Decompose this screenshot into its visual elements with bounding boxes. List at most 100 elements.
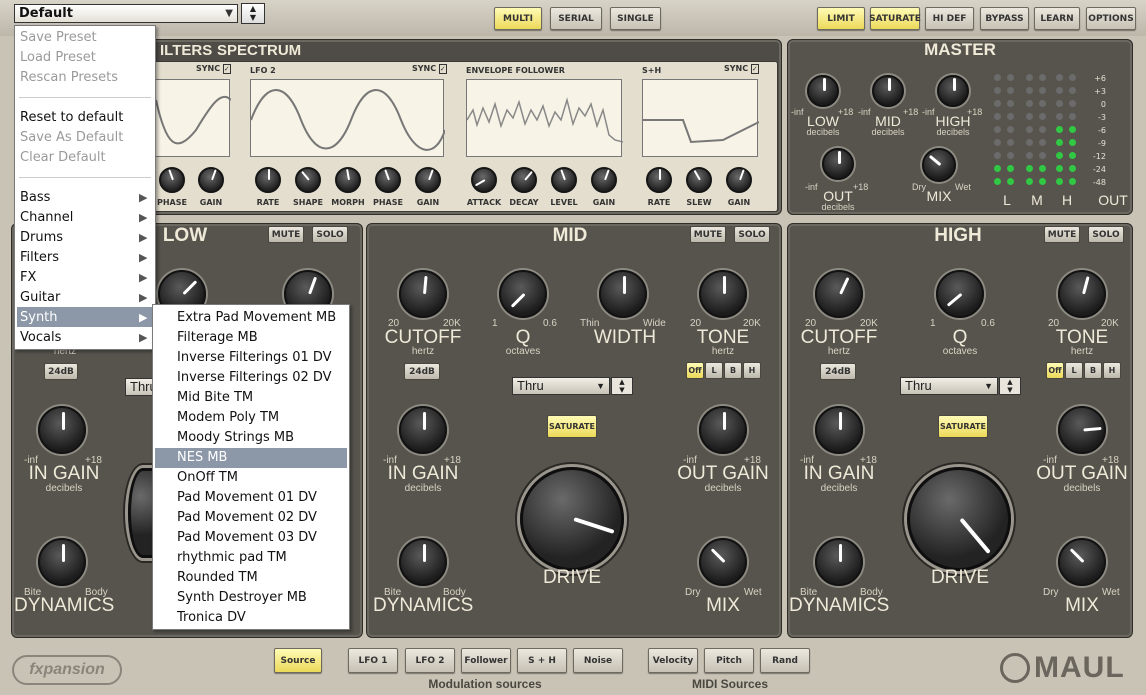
single-button[interactable]: SINGLE — [610, 7, 661, 30]
arrow-down-icon[interactable]: ▼ — [612, 386, 632, 394]
high-filter-stepper[interactable]: ▲ ▼ — [999, 377, 1021, 395]
high-tone-off[interactable]: Off — [1046, 362, 1064, 379]
menu-fx[interactable]: FX — [20, 268, 36, 288]
mid-saturate-button[interactable]: SATURATE — [547, 415, 597, 438]
low-in-gain-knob[interactable] — [38, 406, 86, 454]
menu-clear-default[interactable]: Clear Default — [20, 148, 106, 168]
master-mid-knob[interactable] — [872, 75, 904, 107]
sh-sync[interactable]: SYNC ✓ — [724, 64, 759, 74]
sh-slew-knob[interactable] — [686, 167, 712, 193]
menu-rescan-presets[interactable]: Rescan Presets — [20, 68, 118, 88]
high-mute-button[interactable]: MUTE — [1044, 226, 1080, 243]
high-in-gain-knob[interactable] — [815, 406, 863, 454]
high-24db-button[interactable]: 24dB — [820, 363, 856, 380]
arrow-down-icon[interactable]: ▼ — [242, 13, 264, 22]
serial-button[interactable]: SERIAL — [550, 7, 602, 30]
submenu-item[interactable]: Moody Strings MB — [177, 428, 294, 448]
submenu-item[interactable]: Pad Movement 01 DV — [177, 488, 317, 508]
lfo2-morph-knob[interactable] — [335, 167, 361, 193]
mid-tone-l[interactable]: L — [705, 362, 723, 379]
mid-mute-button[interactable]: MUTE — [690, 226, 726, 243]
menu-drums[interactable]: Drums — [20, 228, 63, 248]
multi-button[interactable]: MULTI — [494, 7, 542, 30]
high-filter-select[interactable]: Thru ▼ — [900, 377, 998, 395]
mid-out-gain-knob[interactable] — [699, 406, 747, 454]
source-button[interactable]: Source — [274, 648, 322, 673]
sh-gain-knob[interactable] — [726, 167, 752, 193]
master-mix-knob[interactable] — [922, 148, 956, 182]
mid-tone-h[interactable]: H — [743, 362, 761, 379]
mid-24db-button[interactable]: 24dB — [404, 363, 440, 380]
lfo1-gain-knob[interactable] — [198, 167, 224, 193]
low-dynamics-knob[interactable] — [38, 538, 86, 586]
menu-guitar[interactable]: Guitar — [20, 288, 60, 308]
low-mute-button[interactable]: MUTE — [268, 226, 304, 243]
mid-mix-knob[interactable] — [699, 538, 747, 586]
submenu-item-selected[interactable]: NES MB — [177, 448, 227, 468]
learn-button[interactable]: LEARN — [1034, 7, 1080, 30]
submenu-item[interactable]: Extra Pad Movement MB — [177, 308, 336, 328]
mid-q-knob[interactable] — [499, 270, 547, 318]
high-solo-button[interactable]: SOLO — [1088, 226, 1124, 243]
arrow-down-icon[interactable]: ▼ — [1000, 386, 1020, 394]
saturate-button[interactable]: SATURATE — [869, 7, 921, 30]
high-tone-b[interactable]: B — [1084, 362, 1102, 379]
submenu-item[interactable]: rhythmic pad TM — [177, 548, 287, 568]
lfo1-source-button[interactable]: LFO 1 — [348, 648, 398, 673]
submenu-item[interactable]: Filterage MB — [177, 328, 258, 348]
menu-load-preset[interactable]: Load Preset — [20, 48, 96, 68]
rand-source-button[interactable]: Rand — [760, 648, 810, 673]
submenu-item[interactable]: Modem Poly TM — [177, 408, 279, 428]
lfo2-shape-knob[interactable] — [295, 167, 321, 193]
submenu-item[interactable]: Inverse Filterings 01 DV — [177, 348, 332, 368]
menu-filters[interactable]: Filters — [20, 248, 59, 268]
lfo2-phase-knob[interactable] — [375, 167, 401, 193]
submenu-item[interactable]: OnOff TM — [177, 468, 238, 488]
submenu-item[interactable]: Synth Destroyer MB — [177, 588, 307, 608]
pitch-source-button[interactable]: Pitch — [704, 648, 754, 673]
preset-stepper[interactable]: ▲ ▼ — [241, 3, 265, 24]
high-drive-knob[interactable] — [907, 467, 1011, 571]
submenu-item[interactable]: Rounded TM — [177, 568, 258, 588]
menu-reset-default[interactable]: Reset to default — [20, 108, 123, 128]
mid-width-knob[interactable] — [599, 270, 647, 318]
lfo2-gain-knob[interactable] — [415, 167, 441, 193]
master-high-knob[interactable] — [937, 75, 969, 107]
options-button[interactable]: OPTIONS — [1086, 7, 1136, 30]
lfo2-source-button[interactable]: LFO 2 — [405, 648, 455, 673]
mid-cutoff-knob[interactable] — [399, 270, 447, 318]
submenu-item[interactable]: Pad Movement 02 DV — [177, 508, 317, 528]
menu-vocals[interactable]: Vocals — [20, 328, 61, 348]
master-low-knob[interactable] — [807, 75, 839, 107]
master-out-knob[interactable] — [822, 148, 854, 180]
high-tone-h[interactable]: H — [1103, 362, 1121, 379]
menu-channel[interactable]: Channel — [20, 208, 73, 228]
limit-button[interactable]: LIMIT — [817, 7, 865, 30]
high-q-knob[interactable] — [936, 270, 984, 318]
velocity-source-button[interactable]: Velocity — [648, 648, 698, 673]
env-level-knob[interactable] — [551, 167, 577, 193]
submenu-item[interactable]: Mid Bite TM — [177, 388, 253, 408]
sh-rate-knob[interactable] — [646, 167, 672, 193]
submenu-item[interactable]: Inverse Filterings 02 DV — [177, 368, 332, 388]
menu-synth[interactable]: Synth — [20, 308, 58, 328]
mid-in-gain-knob[interactable] — [399, 406, 447, 454]
env-attack-knob[interactable] — [471, 167, 497, 193]
follower-source-button[interactable]: Follower — [461, 648, 511, 673]
mid-filter-stepper[interactable]: ▲ ▼ — [611, 377, 633, 395]
mid-filter-select[interactable]: Thru ▼ — [512, 377, 610, 395]
tab-spectrum[interactable]: SPECTRUM — [217, 42, 301, 59]
mid-tone-b[interactable]: B — [724, 362, 742, 379]
menu-bass[interactable]: Bass — [20, 188, 50, 208]
low-24db-button[interactable]: 24dB — [44, 363, 78, 380]
env-gain-knob[interactable] — [591, 167, 617, 193]
mid-dynamics-knob[interactable] — [399, 538, 447, 586]
high-mix-knob[interactable] — [1058, 538, 1106, 586]
high-cutoff-knob[interactable] — [815, 270, 863, 318]
menu-save-as-default[interactable]: Save As Default — [20, 128, 123, 148]
preset-dropdown[interactable]: Default ▼ — [14, 4, 238, 23]
lfo1-phase-knob[interactable] — [159, 167, 185, 193]
env-decay-knob[interactable] — [511, 167, 537, 193]
high-saturate-button[interactable]: SATURATE — [938, 415, 988, 438]
high-out-gain-knob[interactable] — [1058, 406, 1106, 454]
